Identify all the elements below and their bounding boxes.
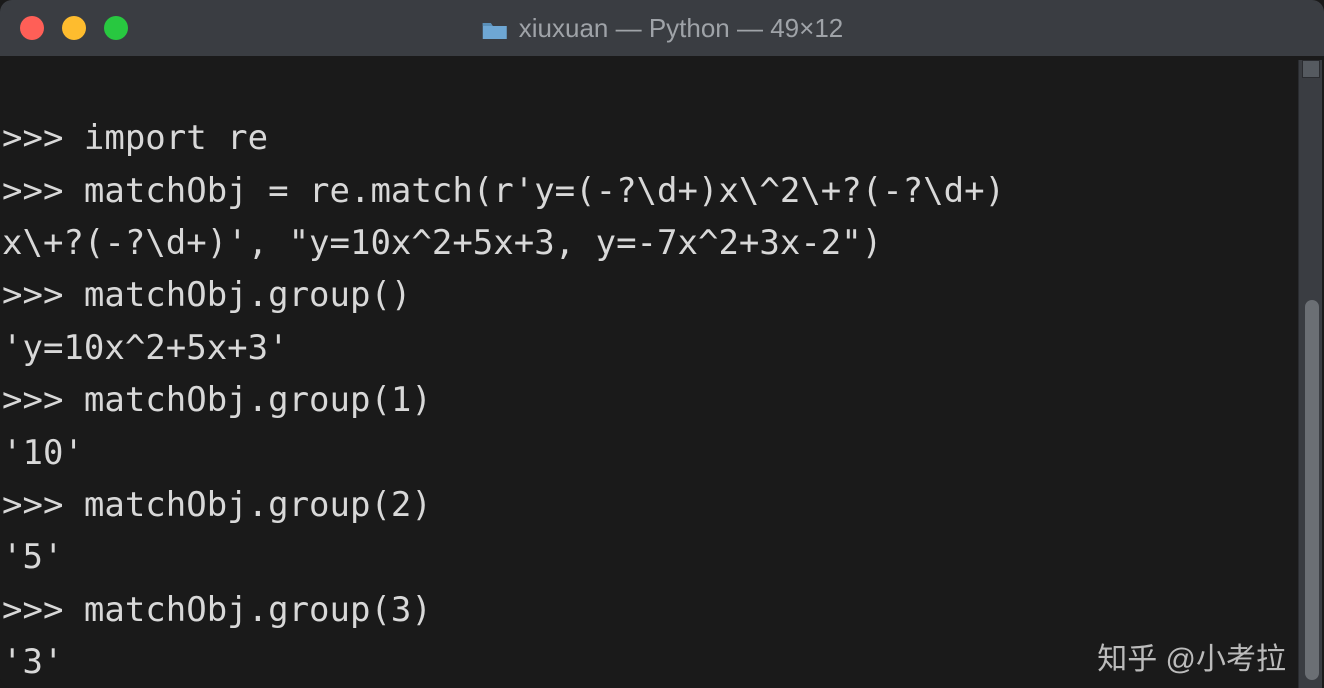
terminal-line: '10'	[2, 427, 1322, 479]
scrollbar-corner-icon	[1302, 60, 1320, 78]
window-title: xiuxuan — Python — 49×12	[481, 13, 843, 44]
watermark: 知乎 @小考拉	[1097, 634, 1286, 678]
terminal-line: >>> matchObj.group(1)	[2, 374, 1322, 426]
terminal-line: >>> matchObj.group()	[2, 269, 1322, 321]
terminal-line: '5'	[2, 531, 1322, 583]
terminal-line: >>> matchObj.group(3)	[2, 584, 1322, 636]
window-controls	[20, 16, 128, 40]
terminal-line: x\+?(-?\d+)', "y=10x^2+5x+3, y=-7x^2+3x-…	[2, 217, 1322, 269]
close-icon[interactable]	[20, 16, 44, 40]
terminal-window: xiuxuan — Python — 49×12 >>> import re>>…	[0, 0, 1324, 688]
terminal-body[interactable]: >>> import re>>> matchObj = re.match(r'y…	[0, 56, 1324, 688]
window-title-text: xiuxuan — Python — 49×12	[519, 13, 843, 44]
terminal-line: >>> import re	[2, 112, 1322, 164]
terminal-line: 'y=10x^2+5x+3'	[2, 322, 1322, 374]
terminal-line: >>> matchObj = re.match(r'y=(-?\d+)x\^2\…	[2, 165, 1322, 217]
titlebar[interactable]: xiuxuan — Python — 49×12	[0, 0, 1324, 56]
scrollbar-thumb[interactable]	[1305, 300, 1319, 680]
terminal-line: >>> matchObj.group(2)	[2, 479, 1322, 531]
folder-icon	[481, 17, 509, 39]
minimize-icon[interactable]	[62, 16, 86, 40]
maximize-icon[interactable]	[104, 16, 128, 40]
